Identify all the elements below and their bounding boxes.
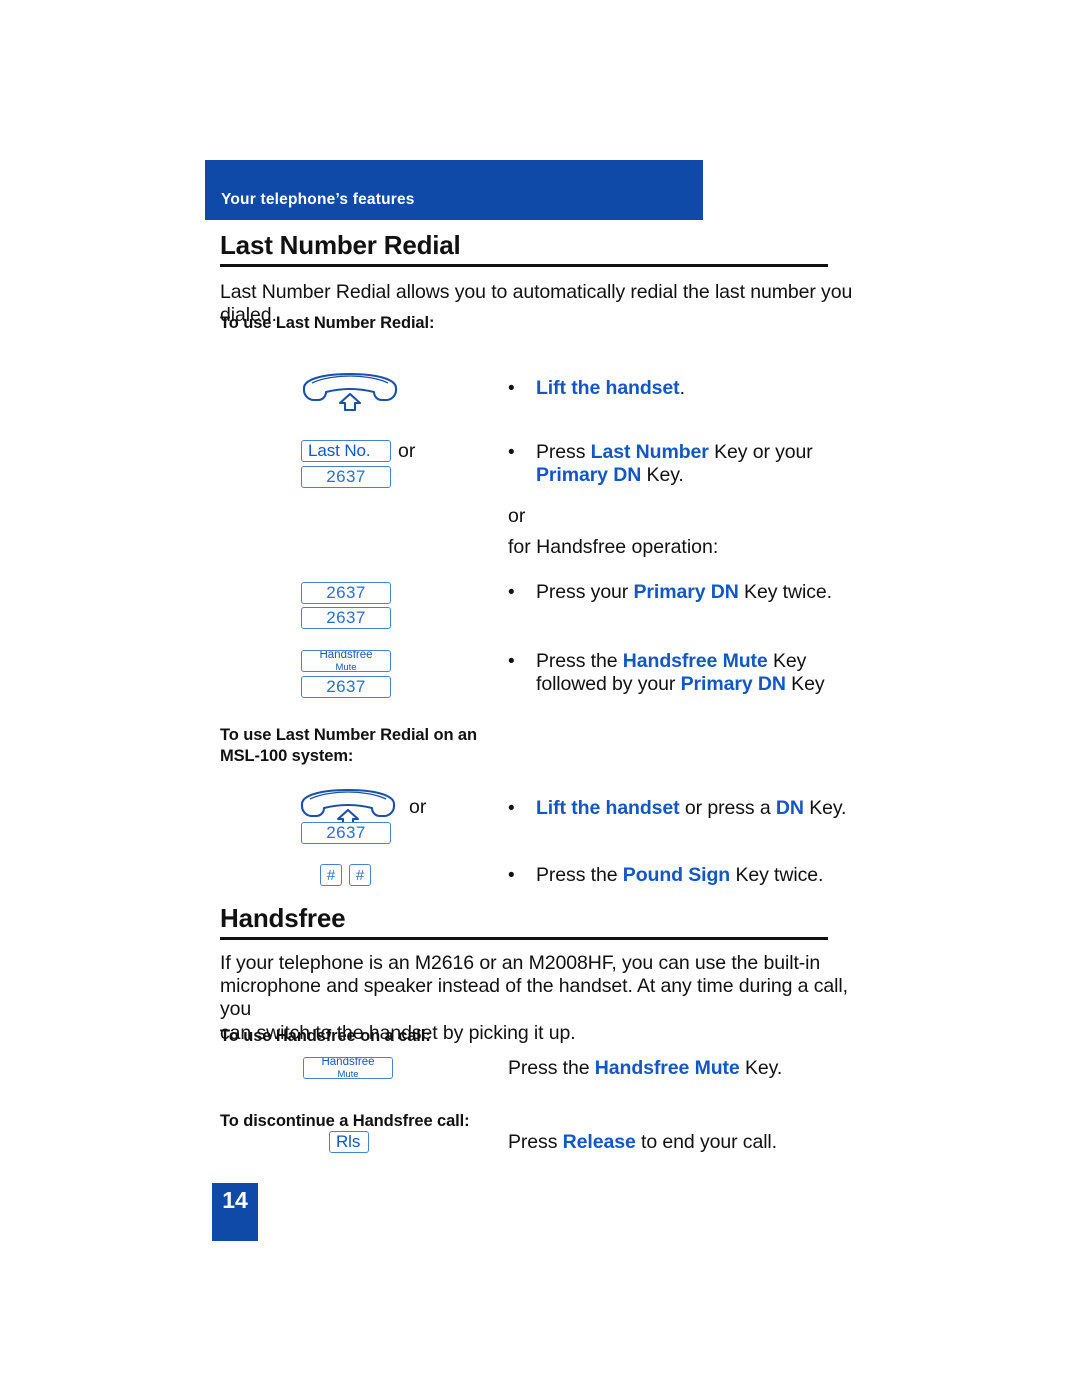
document-page: Your telephone’s features Last Number Re… — [0, 0, 1080, 1397]
bullet-icon: • — [508, 442, 515, 463]
key-primary-dn-label: 2637 — [326, 583, 366, 602]
step-lift-or-dn-mid: or press a — [679, 797, 776, 819]
step-hfm-blue2: Primary DN — [680, 673, 786, 696]
step-release-pre: Press — [508, 1131, 563, 1153]
step-lift-handset: • Lift the handset. — [508, 377, 836, 400]
key-pound-1[interactable]: # — [320, 864, 342, 886]
step-press-last-number-post2: Key. — [641, 464, 684, 487]
step-hf-mute-pre: Press the — [508, 1057, 595, 1079]
step-hfm-post2: Key — [785, 673, 825, 696]
step-lift-handset-or-dn: • Lift the handset or press a DN Key. — [508, 797, 866, 820]
bullet-icon: • — [508, 582, 515, 603]
connector-or-2: or — [508, 505, 526, 527]
connector-or-1: or — [398, 440, 416, 462]
handset-lift-icon — [298, 372, 402, 417]
lead-in-to-use-handsfree: To use Handsfree on a call: — [220, 1027, 431, 1045]
key-pound-2[interactable]: # — [349, 864, 371, 886]
step-hf-mute-post: Key. — [739, 1057, 783, 1079]
step-dn-twice-blue: Primary DN — [633, 581, 739, 603]
lead-in-msl-100-line2: MSL-100 system: — [220, 746, 354, 765]
key-primary-dn-2[interactable]: 2637 — [301, 582, 391, 604]
step-press-handsfree-mute: Press the Handsfree Mute Key. — [508, 1057, 838, 1080]
step-press-handsfree-mute-then-dn: • Press the Handsfree Mute Key followed … — [508, 650, 866, 696]
lead-in-discontinue-handsfree: To discontinue a Handsfree call: — [220, 1112, 470, 1130]
step-press-last-number: • Press Last Number Key or your Primary … — [508, 441, 846, 487]
handsfree-intro-line2: microphone and speaker instead of the ha… — [220, 975, 848, 1021]
key-last-number[interactable]: Last No. — [301, 440, 391, 462]
step-hfm-pre2: followed by your — [536, 673, 681, 696]
step-pound-pre: Press the — [536, 864, 623, 886]
key-primary-dn-5[interactable]: 2637 — [301, 822, 391, 844]
key-handsfree-mute-line2: Mute — [337, 1068, 359, 1079]
key-primary-dn-3[interactable]: 2637 — [301, 607, 391, 629]
page-number-badge: 14 — [212, 1183, 258, 1241]
step-press-pound-twice: • Press the Pound Sign Key twice. — [508, 864, 866, 887]
section-title-handsfree: Handsfree — [220, 903, 346, 933]
key-primary-dn-label: 2637 — [326, 467, 366, 486]
heading-rule — [220, 264, 828, 268]
step-press-last-number-pre: Press — [536, 441, 591, 463]
key-release-label: Rls — [336, 1132, 361, 1151]
handsfree-operation-lead: for Handsfree operation: — [508, 536, 719, 558]
key-release[interactable]: Rls — [329, 1131, 369, 1153]
key-last-number-label: Last No. — [308, 441, 371, 460]
step-release-post: to end your call. — [635, 1131, 777, 1153]
key-primary-dn-label: 2637 — [326, 823, 366, 842]
step-hf-mute-blue: Handsfree Mute — [594, 1057, 740, 1079]
bullet-icon: • — [508, 865, 515, 886]
step-hfm-pre: Press the — [536, 650, 623, 672]
step-dn-twice-pre: Press your — [536, 581, 634, 603]
key-handsfree-mute-2[interactable]: Handsfree Mute — [303, 1057, 393, 1079]
key-pound-label: # — [355, 866, 365, 884]
heading-rule-handsfree — [220, 937, 828, 941]
step-hfm-post: Key — [767, 650, 807, 672]
step-lift-or-dn-blue2: DN — [775, 797, 804, 819]
key-primary-dn-1[interactable]: 2637 — [301, 466, 391, 488]
page-number: 14 — [222, 1187, 248, 1213]
key-primary-dn-4[interactable]: 2637 — [301, 676, 391, 698]
page-title: Last Number Redial — [220, 230, 461, 260]
connector-or-3: or — [409, 796, 427, 818]
step-lift-or-dn-post: Key. — [803, 797, 847, 819]
step-lift-or-dn-blue: Lift the handset — [536, 797, 680, 819]
key-handsfree-mute-line1: Handsfree — [321, 1057, 375, 1068]
key-handsfree-mute-1[interactable]: Handsfree Mute — [301, 650, 391, 672]
step-press-last-number-blue: Last Number — [590, 441, 709, 463]
step-press-release: Press Release to end your call. — [508, 1131, 838, 1154]
key-handsfree-mute-line2: Mute — [335, 661, 357, 672]
key-pound-label: # — [326, 866, 336, 884]
handsfree-intro-line1: If your telephone is an M2616 or an M200… — [220, 952, 821, 974]
key-primary-dn-label: 2637 — [326, 608, 366, 627]
running-header-bar: Your telephone’s features — [205, 160, 703, 220]
step-hfm-blue: Handsfree Mute — [622, 650, 768, 672]
bullet-icon: • — [508, 378, 515, 399]
key-primary-dn-label: 2637 — [326, 677, 366, 696]
step-press-last-number-post: Key or your — [708, 441, 813, 463]
bullet-icon: • — [508, 798, 515, 819]
step-pound-post: Key twice. — [730, 864, 824, 886]
lead-in-msl-100-line1: To use Last Number Redial on an — [220, 726, 477, 744]
running-header-label: Your telephone’s features — [221, 191, 415, 208]
lead-in-msl-100: To use Last Number Redial on an MSL-100 … — [220, 725, 477, 766]
step-release-blue: Release — [562, 1131, 636, 1153]
section-heading-handsfree: Handsfree — [220, 903, 830, 941]
bullet-icon: • — [508, 651, 515, 672]
key-handsfree-mute-line1: Handsfree — [319, 650, 373, 661]
step-press-last-number-blue2: Primary DN — [536, 464, 642, 487]
step-press-primary-dn-twice: • Press your Primary DN Key twice. — [508, 581, 846, 604]
section-heading-last-number-redial: Last Number Redial — [220, 230, 830, 268]
step-lift-handset-blue: Lift the handset — [536, 377, 680, 399]
step-dn-twice-post: Key twice. — [738, 581, 832, 603]
lead-in-to-use-last-number-redial: To use Last Number Redial: — [220, 314, 435, 332]
step-pound-blue: Pound Sign — [622, 864, 731, 886]
step-lift-handset-tail: . — [679, 377, 685, 399]
